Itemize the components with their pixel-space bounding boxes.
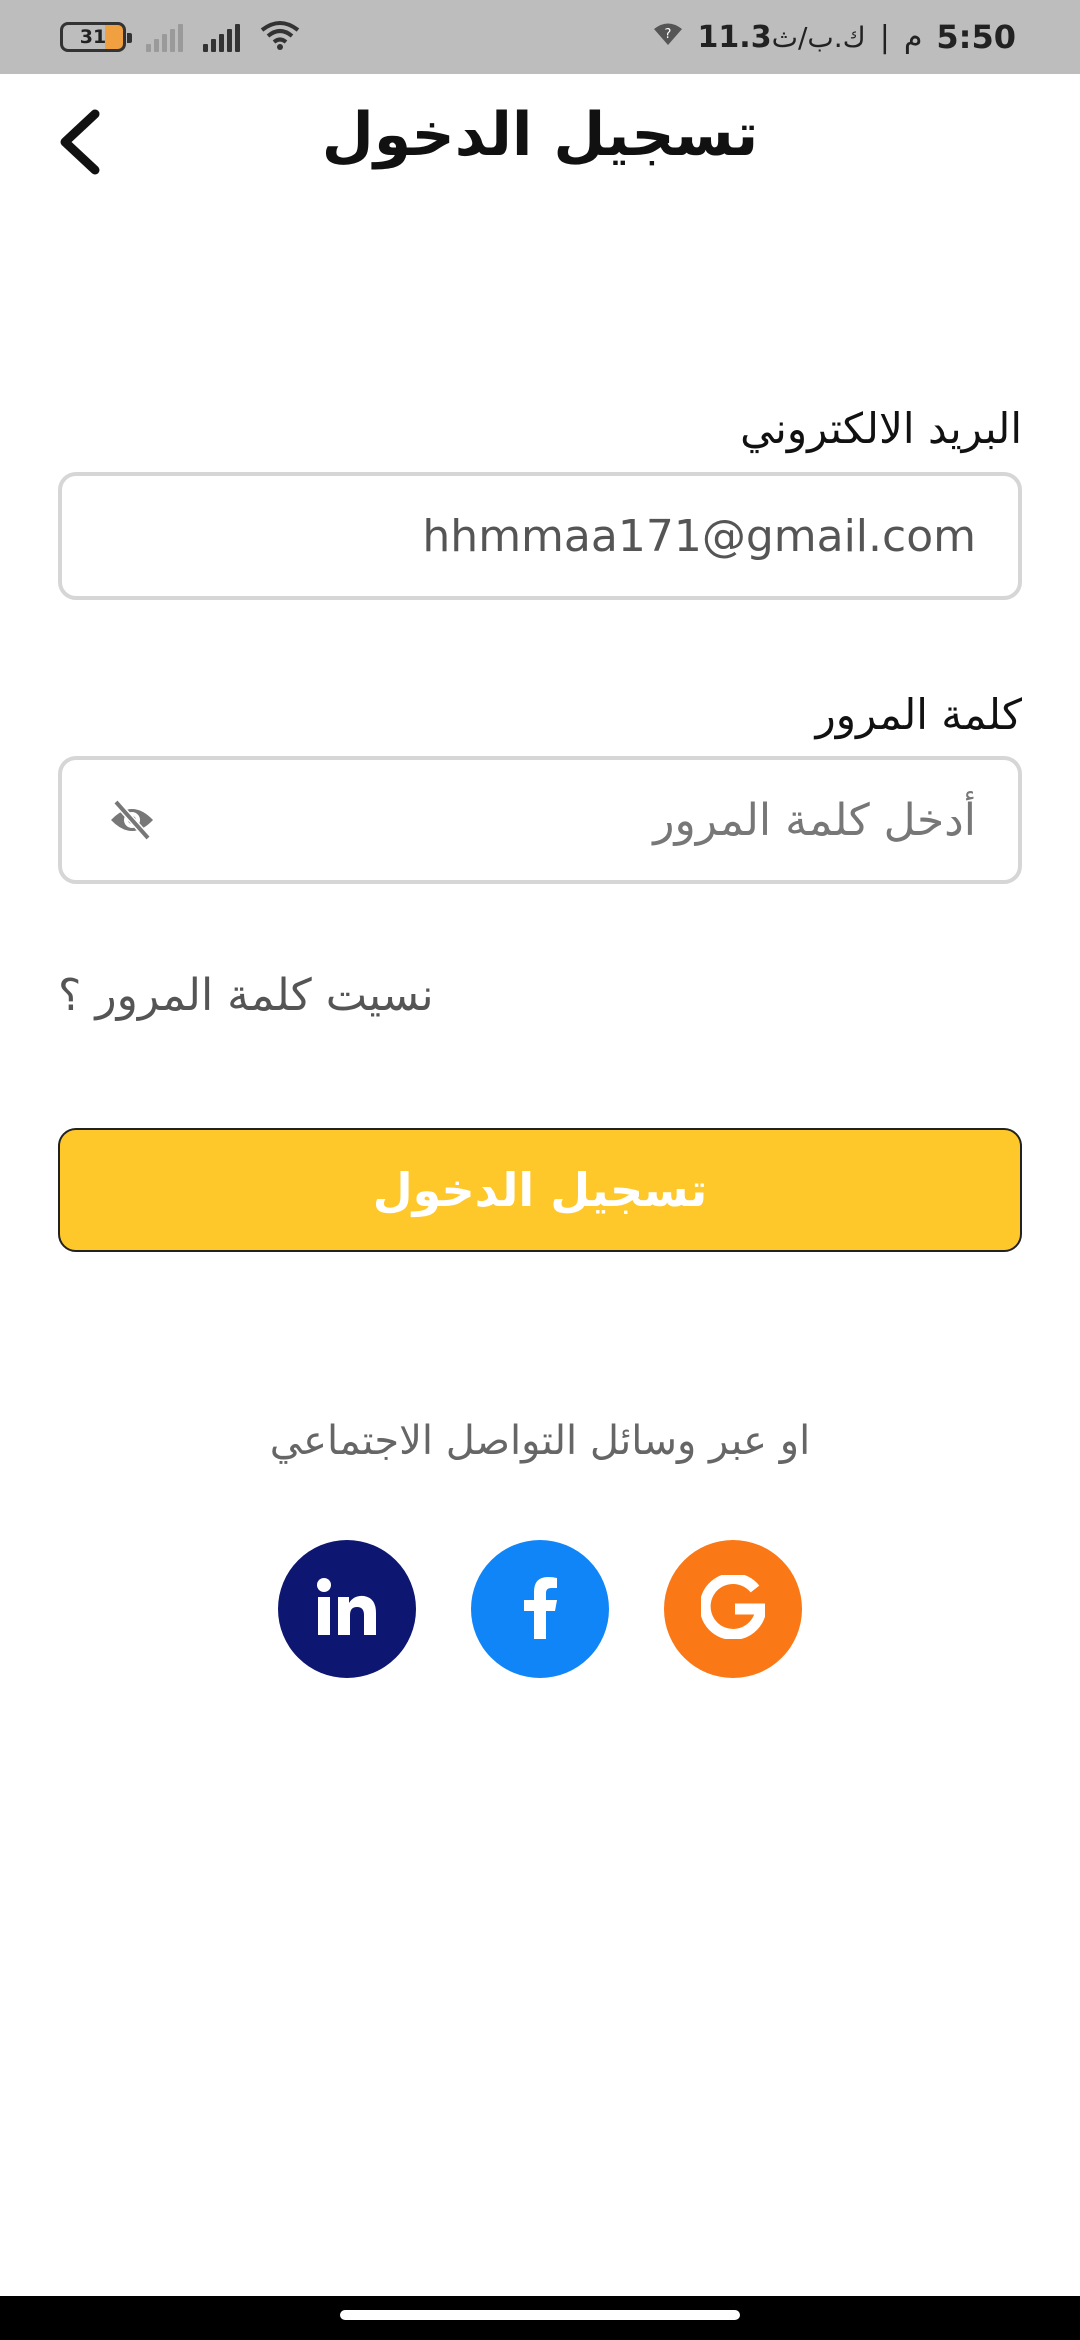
- login-button-label: تسجيل الدخول: [372, 1163, 708, 1217]
- email-field[interactable]: hhmmaa171@gmail.com: [58, 472, 1022, 600]
- facebook-icon: [520, 1575, 560, 1643]
- linkedin-icon: [314, 1577, 380, 1641]
- eye-off-icon[interactable]: [104, 792, 160, 848]
- password-field[interactable]: أدخل كلمة المرور: [58, 756, 1022, 884]
- social-caption: او عبر وسائل التواصل الاجتماعي: [269, 1418, 811, 1464]
- password-placeholder: أدخل كلمة المرور: [653, 794, 976, 846]
- status-bar: 31 ? ك.ب/ث11.3 | م 5:50: [0, 0, 1080, 74]
- battery-level: 31: [79, 26, 107, 48]
- home-indicator[interactable]: [340, 2310, 740, 2320]
- status-bar-right: ? ك.ب/ث11.3 | م 5:50: [652, 18, 1016, 56]
- google-button[interactable]: [664, 1540, 802, 1678]
- signal-icon-sim1: [203, 22, 240, 52]
- email-label: البريد الالكتروني: [740, 404, 1022, 453]
- social-login-row: [0, 1540, 1080, 1678]
- login-button[interactable]: تسجيل الدخول: [58, 1128, 1022, 1252]
- status-bar-left: 31: [60, 20, 300, 54]
- header: تسجيل الدخول: [0, 74, 1080, 214]
- svg-text:?: ?: [664, 27, 671, 42]
- email-value: hhmmaa171@gmail.com: [422, 510, 976, 562]
- status-separator: |: [879, 19, 890, 55]
- speed-value: 11.3: [697, 19, 772, 55]
- wifi-icon: [260, 20, 300, 54]
- google-icon: [699, 1572, 768, 1643]
- system-nav-bar: [0, 2296, 1080, 2340]
- forgot-password-link[interactable]: نسيت كلمة المرور ؟: [58, 970, 434, 1021]
- facebook-button[interactable]: [471, 1540, 609, 1678]
- linkedin-button[interactable]: [278, 1540, 416, 1678]
- battery-icon: 31: [60, 22, 132, 52]
- page-title: تسجيل الدخول: [321, 100, 759, 170]
- am-pm: م: [903, 19, 923, 55]
- network-speed: ك.ب/ث11.3: [698, 20, 866, 55]
- speed-unit: ك.ب/ث: [771, 20, 866, 54]
- clock: 5:50: [936, 18, 1016, 56]
- wifi-question-icon: ?: [652, 20, 684, 55]
- password-label: كلمة المرور: [815, 690, 1022, 739]
- signal-icon-sim2: [146, 22, 183, 52]
